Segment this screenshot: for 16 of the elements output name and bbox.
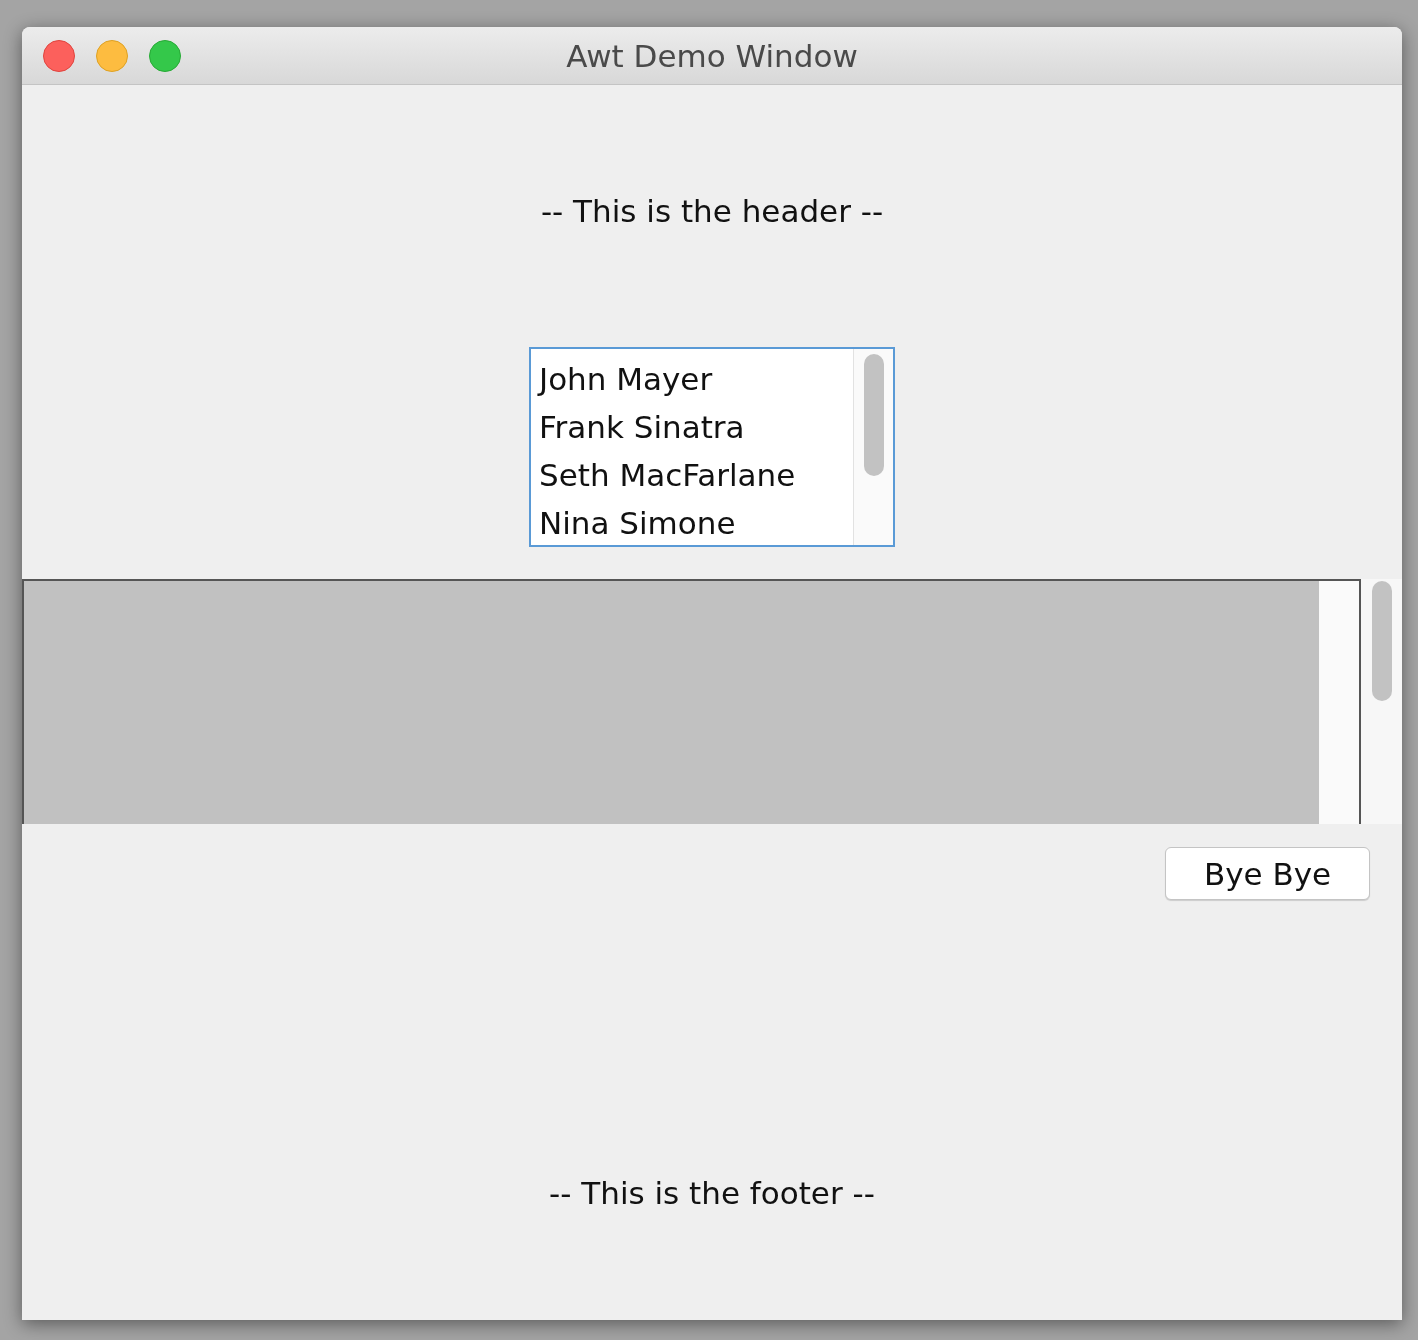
list-item[interactable]: Seth MacFarlane bbox=[535, 451, 800, 499]
list-item[interactable]: Nina Simone bbox=[535, 499, 740, 547]
header-label: -- This is the header -- bbox=[540, 192, 884, 231]
window-title: Awt Demo Window bbox=[566, 37, 858, 74]
scrollbar-thumb[interactable] bbox=[1371, 581, 1392, 701]
list-box[interactable]: John Mayer Frank Sinatra Seth MacFarlane Nina Simone bbox=[529, 347, 895, 547]
minimize-button[interactable] bbox=[96, 39, 128, 72]
zoom-button[interactable] bbox=[149, 39, 181, 72]
list-item[interactable]: John Mayer bbox=[535, 355, 717, 403]
scrollbar[interactable] bbox=[1361, 579, 1402, 824]
text-area[interactable] bbox=[22, 579, 1361, 824]
scrollbar-thumb[interactable] bbox=[863, 354, 884, 476]
footer-label: -- This is the footer -- bbox=[549, 1174, 875, 1213]
close-button[interactable] bbox=[43, 39, 75, 72]
list-item[interactable]: Frank Sinatra bbox=[535, 403, 749, 451]
bye-bye-button[interactable]: Bye Bye bbox=[1165, 847, 1370, 900]
